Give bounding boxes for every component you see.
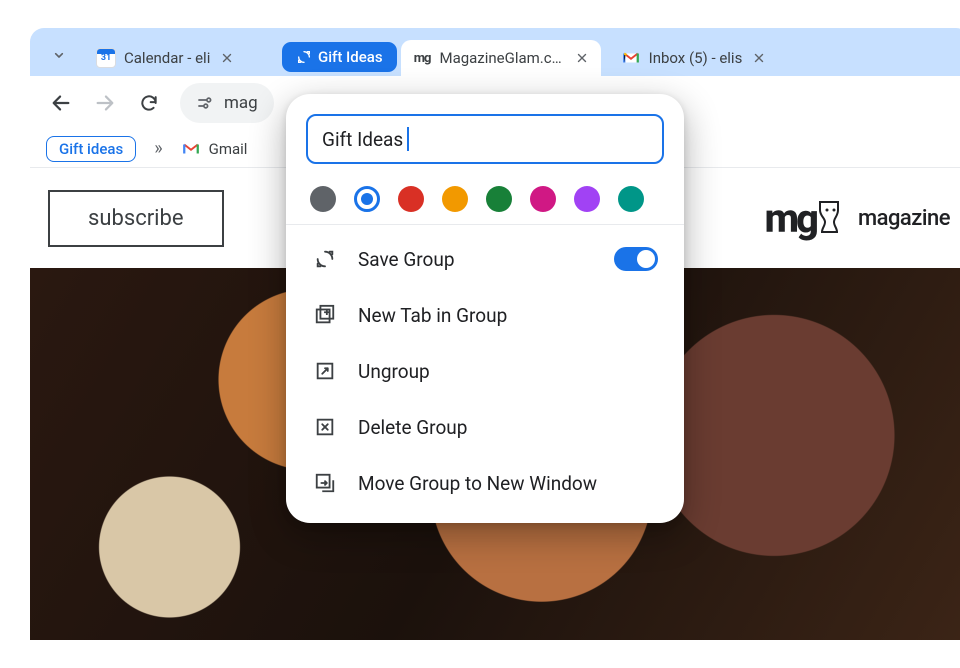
menu-new-tab-in-group[interactable]: New Tab in Group [306, 287, 664, 343]
tab-group-chip[interactable]: Gift Ideas [282, 42, 397, 72]
tab-magazineglam-active[interactable]: mg MagazineGlam.com [401, 40, 601, 76]
tab-close-button[interactable] [218, 49, 236, 67]
tab-title: Inbox (5) - elis [649, 49, 743, 67]
tab-calendar[interactable]: Calendar - eli [84, 40, 274, 76]
menu-ungroup[interactable]: Ungroup [306, 343, 664, 399]
menu-delete-group[interactable]: Delete Group [306, 399, 664, 455]
omnibox[interactable]: mag [180, 83, 274, 123]
nav-back-button[interactable] [42, 84, 80, 122]
tab-strip: Calendar - eli Gift Ideas mg MagazineGla… [30, 28, 960, 76]
tab-group-menu: Gift Ideas Save Group New Tab in Group U… [286, 94, 684, 523]
menu-save-group[interactable]: Save Group [306, 231, 664, 287]
close-icon [220, 51, 234, 65]
tab-group-label: Gift Ideas [318, 48, 383, 66]
tab-close-button[interactable] [574, 49, 591, 67]
brand-text: magazine [858, 206, 950, 231]
group-color-picker [310, 186, 660, 212]
new-tab-icon [312, 304, 338, 326]
divider [286, 224, 684, 225]
face-logo-icon [814, 198, 844, 238]
tab-title: Calendar - eli [124, 49, 210, 67]
ungroup-icon [312, 360, 338, 382]
menu-label: Delete Group [358, 416, 467, 439]
mg-icon: mg [413, 48, 432, 68]
tab-inbox[interactable]: Inbox (5) - elis [609, 40, 779, 76]
bookmark-overflow-chevrons[interactable]: » [154, 138, 162, 159]
brand-logo: mg [764, 195, 843, 242]
menu-label: New Tab in Group [358, 304, 507, 327]
menu-move-group-new-window[interactable]: Move Group to New Window [306, 455, 664, 511]
arrow-right-icon [94, 92, 116, 114]
subscribe-label: subscribe [88, 206, 184, 231]
menu-label: Ungroup [358, 360, 430, 383]
chevron-down-icon [51, 47, 67, 63]
color-red[interactable] [398, 186, 424, 212]
bookmark-group-chip[interactable]: Gift ideas [46, 136, 136, 162]
text-caret [407, 127, 409, 151]
bookmark-gmail[interactable]: Gmail [181, 139, 248, 159]
color-teal[interactable] [618, 186, 644, 212]
nav-forward-button[interactable] [86, 84, 124, 122]
arrow-left-icon [50, 92, 72, 114]
color-purple[interactable] [574, 186, 600, 212]
sync-icon [312, 248, 338, 270]
close-icon [752, 51, 766, 65]
color-grey[interactable] [310, 186, 336, 212]
reload-icon [139, 93, 159, 113]
bookmark-chip-label: Gift ideas [59, 140, 123, 158]
gmail-icon [181, 139, 201, 159]
brand: mg magazine [764, 195, 950, 242]
tune-icon [196, 94, 214, 112]
nav-reload-button[interactable] [130, 84, 168, 122]
tab-title: MagazineGlam.com [439, 49, 565, 67]
move-window-icon [312, 472, 338, 494]
gmail-icon [621, 48, 641, 68]
color-pink[interactable] [530, 186, 556, 212]
save-group-toggle[interactable] [614, 247, 658, 271]
omnibox-text: mag [224, 93, 258, 113]
subscribe-button[interactable]: subscribe [48, 190, 224, 247]
menu-label: Save Group [358, 248, 455, 271]
color-orange[interactable] [442, 186, 468, 212]
menu-label: Move Group to New Window [358, 472, 597, 495]
sync-icon [296, 49, 312, 65]
group-name-value: Gift Ideas [322, 128, 403, 151]
close-icon [575, 51, 589, 65]
delete-group-icon [312, 416, 338, 438]
calendar-icon [96, 48, 116, 68]
tab-close-button[interactable] [750, 49, 768, 67]
group-name-input[interactable]: Gift Ideas [306, 114, 664, 164]
tabs-dropdown-button[interactable] [42, 38, 76, 72]
color-green[interactable] [486, 186, 512, 212]
color-blue[interactable] [354, 186, 380, 212]
bookmark-label: Gmail [209, 140, 248, 158]
